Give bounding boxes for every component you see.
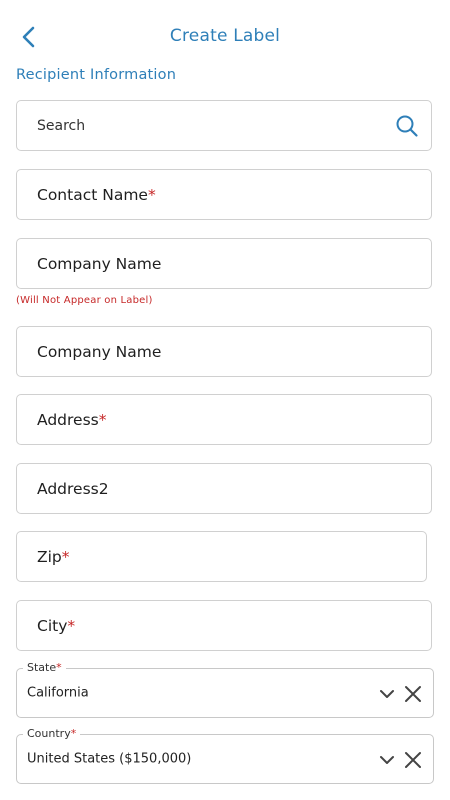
country-legend: Country* bbox=[23, 727, 81, 741]
close-icon[interactable] bbox=[403, 684, 423, 704]
company-name-internal-field[interactable]: Company Name bbox=[16, 238, 432, 289]
required-marker: * bbox=[61, 547, 70, 566]
required-marker: * bbox=[147, 185, 156, 204]
address2-label: Address2 bbox=[37, 479, 109, 498]
zip-field[interactable]: Zip* bbox=[16, 531, 427, 582]
country-value: United States ($150,000) bbox=[27, 751, 192, 767]
chevron-down-icon[interactable] bbox=[379, 686, 395, 702]
state-select[interactable]: State* California bbox=[16, 661, 434, 718]
zip-label: Zip* bbox=[37, 547, 70, 566]
close-icon[interactable] bbox=[403, 750, 423, 770]
company-hint: (Will Not Appear on Label) bbox=[16, 295, 153, 306]
city-label: City* bbox=[37, 616, 76, 635]
page-title: Create Label bbox=[169, 26, 281, 46]
search-icon[interactable] bbox=[395, 114, 419, 138]
contact-name-label: Contact Name* bbox=[37, 185, 156, 204]
company-name-internal-label: Company Name bbox=[37, 254, 162, 273]
search-placeholder: Search bbox=[37, 117, 86, 134]
search-input[interactable]: Search bbox=[16, 100, 432, 151]
address-label: Address* bbox=[37, 410, 107, 429]
required-marker: * bbox=[67, 616, 76, 635]
contact-name-field[interactable]: Contact Name* bbox=[16, 169, 432, 220]
required-marker: * bbox=[70, 727, 77, 740]
company-name-field[interactable]: Company Name bbox=[16, 326, 432, 377]
chevron-down-icon[interactable] bbox=[379, 752, 395, 768]
state-value: California bbox=[27, 685, 89, 701]
address2-field[interactable]: Address2 bbox=[16, 463, 432, 514]
state-legend: State* bbox=[23, 661, 66, 675]
address-field[interactable]: Address* bbox=[16, 394, 432, 445]
required-marker: * bbox=[56, 661, 62, 674]
required-marker: * bbox=[98, 410, 107, 429]
header: Create Label bbox=[0, 0, 450, 70]
section-title: Recipient Information bbox=[16, 67, 177, 83]
city-field[interactable]: City* bbox=[16, 600, 432, 651]
company-name-label: Company Name bbox=[37, 342, 162, 361]
country-select[interactable]: Country* United States ($150,000) bbox=[16, 727, 434, 784]
